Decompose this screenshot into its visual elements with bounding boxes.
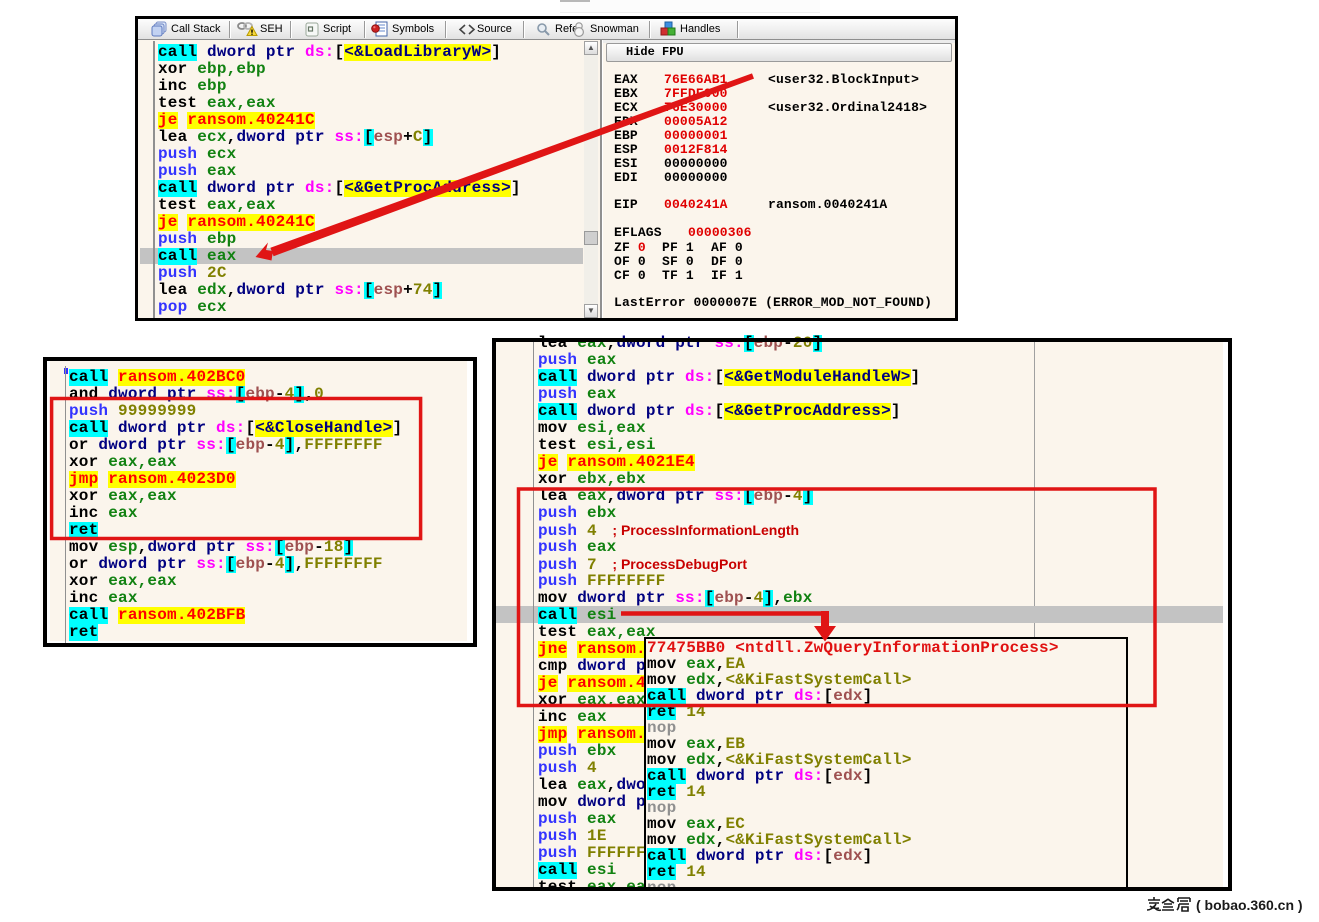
svg-text:( bobao.360.cn ): ( bobao.360.cn ) [1196, 897, 1303, 913]
